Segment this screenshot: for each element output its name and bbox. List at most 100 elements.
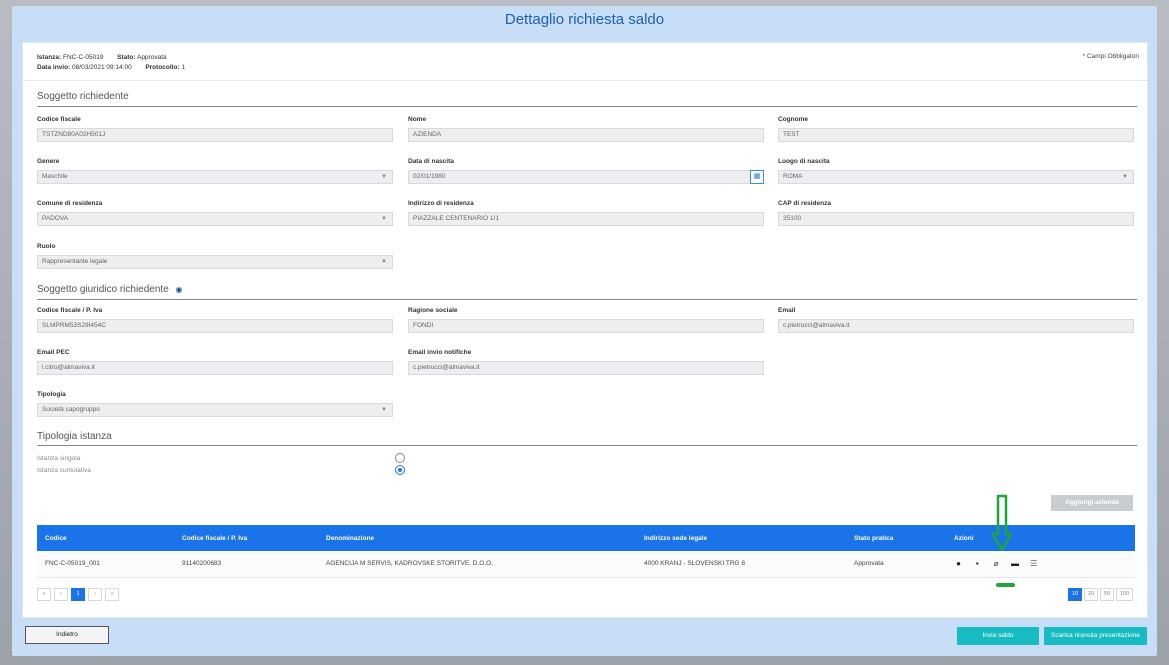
field-label: Codice fiscale / P. Iva xyxy=(37,307,103,314)
companies-table: Codice Codice fiscale / P. Iva Denominaz… xyxy=(37,525,1135,578)
calendar-icon[interactable]: ▦ xyxy=(750,170,764,184)
scarica-ricevuta-button[interactable]: Scarica ricevuta presentazione xyxy=(1044,627,1147,645)
field-label: Luogo di nascita xyxy=(778,158,830,165)
paperclip-icon[interactable]: ⌀ xyxy=(992,559,1001,568)
tipologia-value: Società capogruppo xyxy=(42,406,100,413)
field-label: CAP di residenza xyxy=(778,200,831,207)
field-label: Comune di residenza xyxy=(37,200,103,207)
column-header[interactable]: Stato pratica xyxy=(846,525,946,551)
ragione-sociale-input[interactable]: FONDI xyxy=(408,319,764,333)
luogo-nascita-field: Luogo di nascita ROMA ▼ xyxy=(778,157,1134,184)
add-company-button[interactable]: Aggiungi azienda xyxy=(1051,495,1133,511)
chevron-down-icon: ▼ xyxy=(381,174,387,180)
indirizzo-residenza-input[interactable]: PIAZZALE CENTENARIO 1/1 xyxy=(408,212,764,226)
ruolo-select[interactable]: Rappresentante legale ▼ xyxy=(37,255,393,269)
genere-select[interactable]: Maschile ▼ xyxy=(37,170,393,184)
cognome-input[interactable]: TEST xyxy=(778,128,1134,142)
field-label: Cognome xyxy=(778,116,808,123)
istanza-singola-label: Istanza singola xyxy=(37,455,81,462)
section-soggetto-giuridico: Soggetto giuridico richiedente ◉ xyxy=(37,284,183,295)
comune-residenza-field: Comune di residenza PADOVA ▼ xyxy=(37,199,393,226)
field-label: Ruolo xyxy=(37,243,56,250)
pager-last[interactable]: » xyxy=(105,588,119,601)
pager-first[interactable]: « xyxy=(37,588,51,601)
data-nascita-input[interactable]: 02/01/1980 ▦ xyxy=(408,170,764,184)
protocollo-label: Protocollo: xyxy=(145,64,180,71)
cell-codice: FNC-C-05019_001 xyxy=(37,551,174,578)
stato-value: Approvata xyxy=(136,54,167,61)
cap-residenza-input[interactable]: 35100 xyxy=(778,212,1134,226)
field-label: Nome xyxy=(408,116,427,123)
section-divider xyxy=(37,106,1137,107)
ruolo-field: Ruolo Rappresentante legale ▼ xyxy=(37,242,393,269)
table-header-row: Codice Codice fiscale / P. Iva Denominaz… xyxy=(37,525,1135,551)
page-size-20[interactable]: 20 xyxy=(1084,588,1098,601)
comune-residenza-select[interactable]: PADOVA ▼ xyxy=(37,212,393,226)
codice-fiscale-piva-input[interactable]: SLMPRM53S29I454C xyxy=(37,319,393,333)
cell-denominazione: AGENCIJA M SERVIS, KADROVSKE STORITVE, D… xyxy=(318,551,636,578)
section-soggetto-richiedente: Soggetto richiedente xyxy=(37,91,129,102)
invia-saldo-button[interactable]: Invia saldo xyxy=(957,627,1039,645)
back-button[interactable]: Indietro xyxy=(25,626,109,644)
genere-field: Genere Maschile ▼ xyxy=(37,157,393,184)
email-pec-input[interactable]: l.citro@almaviva.it xyxy=(37,361,393,375)
section-title-text: Soggetto giuridico richiedente xyxy=(37,284,169,295)
eye-icon[interactable]: ● xyxy=(954,559,963,568)
annotation-arrow-icon xyxy=(991,494,1013,552)
cell-indirizzo: 4000 KRANJ - SLOVENSKI TRG 8 xyxy=(636,551,846,578)
column-header[interactable]: Codice fiscale / P. Iva xyxy=(174,525,318,551)
section-divider xyxy=(37,445,1137,446)
chevron-down-icon: ▼ xyxy=(381,259,387,265)
istanza-value: FNC-C-05019 xyxy=(63,54,104,61)
pager-current[interactable]: 1 xyxy=(71,588,85,601)
protocollo-value: 1 xyxy=(181,64,186,71)
clipboard-icon[interactable]: ▪ xyxy=(973,559,982,568)
nome-input[interactable]: AZIENDA xyxy=(408,128,764,142)
page-size-10[interactable]: 10 xyxy=(1068,588,1082,601)
email-input[interactable]: c.pietrucci@almaviva.it xyxy=(778,319,1134,333)
field-label: Genere xyxy=(37,158,60,165)
luogo-nascita-select[interactable]: ROMA ▼ xyxy=(778,170,1134,184)
codice-fiscale-input[interactable]: TSTZND80A02H501J xyxy=(37,128,393,142)
field-label: Email PEC xyxy=(37,349,70,356)
ruolo-value: Rappresentante legale xyxy=(42,258,108,265)
page-size-100[interactable]: 100 xyxy=(1116,588,1133,601)
ragione-sociale-field: Ragione sociale FONDI xyxy=(408,306,764,333)
eye-icon[interactable]: ◉ xyxy=(176,285,183,294)
nome-field: Nome AZIENDA xyxy=(408,115,764,142)
annotation-underline xyxy=(996,583,1015,587)
stato-label: Stato: xyxy=(117,54,136,61)
data-invio-value: 08/03/2021 09:14:00 xyxy=(72,64,132,71)
column-header[interactable]: Indirizzo sede legale xyxy=(636,525,846,551)
pager-next[interactable]: › xyxy=(88,588,102,601)
page-size-50[interactable]: 50 xyxy=(1100,588,1114,601)
column-header[interactable]: Denominazione xyxy=(318,525,636,551)
pager-prev[interactable]: ‹ xyxy=(54,588,68,601)
field-label: Email xyxy=(778,307,796,314)
istanza-singola-radio[interactable] xyxy=(395,453,405,463)
istanza-cumulativa-radio[interactable] xyxy=(395,465,405,475)
field-label: Tipologia xyxy=(37,391,66,398)
field-label: Email invio notifiche xyxy=(408,349,472,356)
page-size-selector: 10 20 50 100 xyxy=(1068,588,1133,601)
cell-actions: ● ▪ ⌀ ▬ ☰ xyxy=(946,551,1135,578)
list-icon[interactable]: ☰ xyxy=(1029,559,1038,568)
chevron-down-icon: ▼ xyxy=(381,407,387,413)
email-field: Email c.pietrucci@almaviva.it xyxy=(778,306,1134,333)
tipologia-select[interactable]: Società capogruppo ▼ xyxy=(37,403,393,417)
data-nascita-value: 02/01/1980 xyxy=(413,173,446,180)
data-nascita-field: Data di nascita 02/01/1980 ▦ xyxy=(408,157,764,184)
luogo-nascita-value: ROMA xyxy=(783,173,803,180)
column-header: Azioni xyxy=(946,525,1135,551)
codice-fiscale-field: Codice fiscale TSTZND80A02H501J xyxy=(37,115,393,142)
column-header[interactable]: Codice xyxy=(37,525,174,551)
tipologia-field: Tipologia Società capogruppo ▼ xyxy=(37,390,393,417)
cell-stato: Approvata xyxy=(846,551,946,578)
field-label: Ragione sociale xyxy=(408,307,458,314)
codice-fiscale-piva-field: Codice fiscale / P. Iva SLMPRM53S29I454C xyxy=(37,306,393,333)
table-row: FNC-C-05019_001 91140200683 AGENCIJA M S… xyxy=(37,551,1135,578)
folder-icon[interactable]: ▬ xyxy=(1010,559,1019,568)
field-label: Codice fiscale xyxy=(37,116,81,123)
indirizzo-residenza-field: Indirizzo di residenza PIAZZALE CENTENAR… xyxy=(408,199,764,226)
email-notifiche-input[interactable]: c.pietrucci@almaviva.it xyxy=(408,361,764,375)
